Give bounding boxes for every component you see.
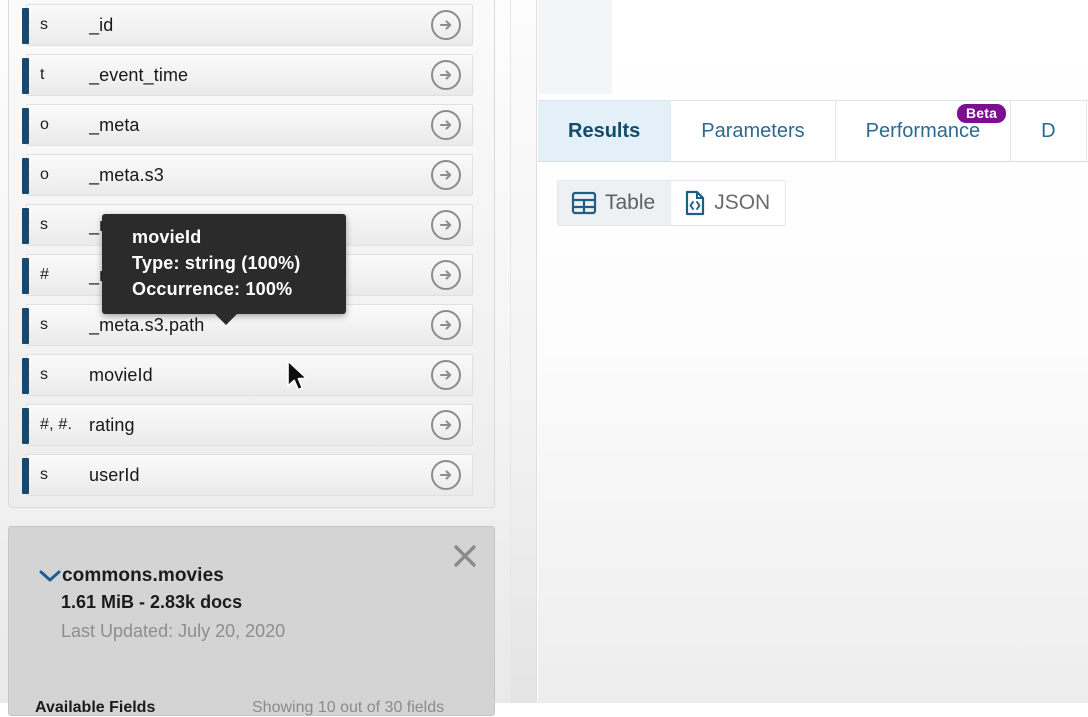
results-pane-column: Results Parameters Performance Beta D Table J…	[538, 0, 1088, 703]
collection-name: commons.movies	[62, 565, 224, 586]
field-name-label: _meta.s3.path	[89, 314, 205, 335]
field-action-cell	[420, 10, 472, 40]
field-action-cell	[420, 160, 472, 190]
arrow-right-circle-icon[interactable]	[431, 460, 461, 490]
table-grid-icon	[571, 191, 597, 215]
close-icon[interactable]	[452, 543, 478, 569]
field-type-label: s	[40, 466, 49, 483]
editor-gutter-stub	[538, 0, 612, 94]
panel-splitter[interactable]	[510, 0, 537, 703]
field-type-label: s	[40, 366, 49, 383]
results-tab-strip: Results Parameters Performance Beta D	[538, 100, 1088, 162]
field-row[interactable]: s _id	[22, 4, 473, 46]
tooltip-field-name: movieId	[132, 227, 202, 247]
tooltip-field-occurrence: Occurrence: 100%	[132, 279, 293, 299]
field-row[interactable]: s movieId	[22, 354, 473, 396]
field-row[interactable]: s userId	[22, 454, 473, 496]
field-action-cell	[420, 310, 472, 340]
field-type-marker	[22, 8, 29, 44]
view-toggle-json[interactable]: JSON	[670, 181, 786, 225]
chevron-down-icon	[39, 568, 62, 584]
field-action-cell	[420, 110, 472, 140]
tab-label: D	[1041, 119, 1056, 142]
tooltip-field-type: Type: string (100%)	[132, 253, 301, 273]
field-name-label: rating	[89, 414, 135, 435]
field-type-marker	[22, 258, 29, 294]
available-fields-label: Available Fields	[35, 699, 156, 716]
field-type-label: s	[40, 16, 49, 33]
fields-browser-column: s_idt_event_timeo_metao_meta.s3s_meta.s3…	[0, 0, 510, 716]
arrow-right-circle-icon[interactable]	[431, 360, 461, 390]
json-file-icon	[684, 190, 706, 216]
arrow-right-circle-icon[interactable]	[431, 260, 461, 290]
field-action-cell	[420, 260, 472, 290]
results-view-toggle: Table JSON	[557, 180, 787, 226]
showing-fields-count: Showing 10 out of 30 fields	[252, 699, 445, 716]
field-name-label: userId	[89, 464, 140, 485]
field-action-cell	[420, 210, 472, 240]
field-type-marker	[22, 208, 29, 244]
tab-results[interactable]: Results	[538, 101, 672, 161]
field-type-label: o	[40, 166, 50, 183]
field-row[interactable]: o _meta.s3	[22, 154, 473, 196]
field-type-marker	[22, 308, 29, 344]
field-type-marker	[22, 358, 29, 394]
field-type-label: s	[40, 216, 49, 233]
field-type-marker	[22, 458, 29, 494]
field-row[interactable]: o _meta	[22, 104, 473, 146]
arrow-right-circle-icon[interactable]	[431, 60, 461, 90]
collection-size: 1.61 MiB - 2.83k docs	[61, 592, 243, 612]
tab-performance[interactable]: Performance Beta	[835, 101, 1012, 161]
collection-info-panel: commons.movies 1.61 MiB - 2.83k docs Las…	[8, 526, 495, 716]
tab-parameters[interactable]: Parameters	[671, 101, 836, 161]
field-type-label: #	[40, 266, 50, 283]
field-name-label: _meta.s3	[89, 164, 164, 185]
field-type-label: s	[40, 316, 49, 333]
field-name-label: _event_time	[89, 64, 189, 85]
collection-header[interactable]: commons.movies	[39, 565, 224, 587]
collection-last-updated: Last Updated: July 20, 2020	[61, 621, 286, 641]
arrow-right-circle-icon[interactable]	[431, 210, 461, 240]
view-toggle-label: Table	[605, 191, 656, 214]
field-type-marker	[22, 158, 29, 194]
tab-d[interactable]: D	[1011, 101, 1087, 161]
view-toggle-label: JSON	[714, 191, 771, 214]
field-type-marker	[22, 108, 29, 144]
app-screen: s_idt_event_timeo_metao_meta.s3s_meta.s3…	[0, 0, 1088, 716]
view-toggle-table[interactable]: Table	[558, 181, 671, 225]
field-row[interactable]: t _event_time	[22, 54, 473, 96]
field-action-cell	[420, 360, 472, 390]
beta-badge: Beta	[956, 104, 1007, 123]
field-type-marker	[22, 58, 29, 94]
tab-label: Parameters	[701, 119, 805, 142]
field-info-tooltip: movieId Type: string (100%) Occurrence: …	[102, 214, 346, 325]
field-name-label: movieId	[89, 364, 153, 385]
field-type-label: o	[40, 116, 50, 133]
arrow-right-circle-icon[interactable]	[431, 110, 461, 140]
field-action-cell	[420, 60, 472, 90]
field-type-label: #, #.	[40, 416, 73, 433]
tooltip-tail	[214, 313, 238, 325]
tab-label: Performance	[865, 119, 981, 142]
field-action-cell	[420, 460, 472, 490]
field-type-marker	[22, 408, 29, 444]
results-body-empty	[538, 240, 1088, 703]
field-row[interactable]: #, #. rating	[22, 404, 473, 446]
field-name-label: _meta	[89, 114, 140, 135]
arrow-right-circle-icon[interactable]	[431, 160, 461, 190]
arrow-right-circle-icon[interactable]	[431, 410, 461, 440]
field-name-label: _id	[89, 14, 114, 35]
field-type-label: t	[40, 66, 45, 83]
tab-label: Results	[568, 119, 641, 142]
arrow-right-circle-icon[interactable]	[431, 10, 461, 40]
arrow-right-circle-icon[interactable]	[431, 310, 461, 340]
field-action-cell	[420, 410, 472, 440]
